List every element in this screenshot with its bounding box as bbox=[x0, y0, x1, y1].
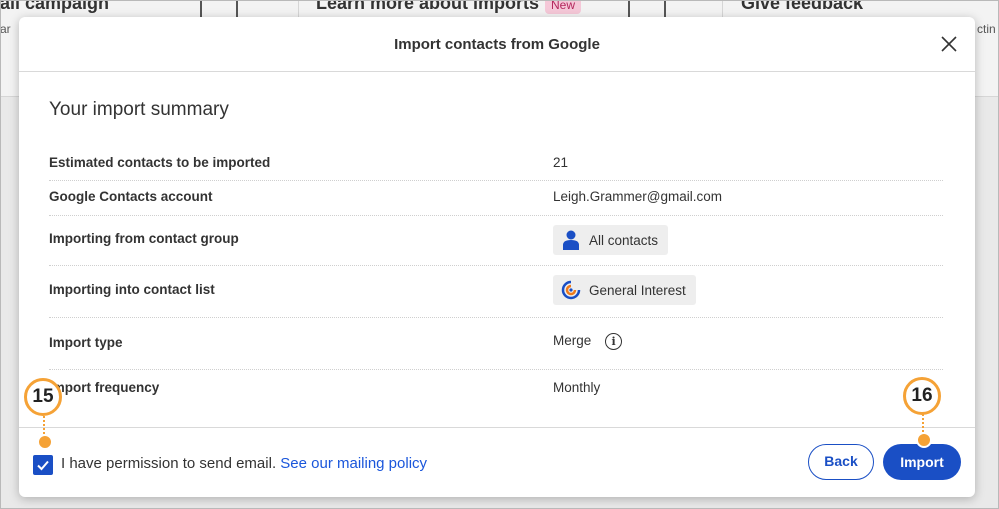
summary-row-estimated: Estimated contacts to be imported 21 bbox=[49, 139, 943, 181]
modal-title: Import contacts from Google bbox=[394, 36, 600, 53]
summary-row-import-type: Import type Merge i bbox=[49, 318, 943, 370]
summary-row-account: Google Contacts account Leigh.Grammer@gm… bbox=[49, 181, 943, 216]
modal-footer: I have permission to send email. See our… bbox=[19, 427, 975, 497]
callout-step-16: 16 bbox=[903, 377, 941, 415]
row-label: Estimated contacts to be imported bbox=[49, 155, 271, 170]
callout-step-15: 15 bbox=[24, 378, 62, 416]
row-label: Google Contacts account bbox=[49, 189, 213, 204]
summary-row-frequency: Import frequency Monthly bbox=[49, 370, 943, 410]
bg-learn-text: Learn more about imports bbox=[316, 0, 540, 13]
bg-campaign-sub: ar bbox=[0, 22, 11, 36]
row-label: Importing from contact group bbox=[49, 231, 239, 246]
person-icon bbox=[561, 230, 581, 250]
row-label: Import frequency bbox=[49, 380, 160, 395]
row-value: Leigh.Grammer@gmail.com bbox=[553, 189, 723, 204]
row-value: 21 bbox=[553, 155, 569, 170]
chip-label: General Interest bbox=[589, 282, 686, 298]
import-button[interactable]: Import bbox=[883, 444, 961, 480]
bg-new-badge: New bbox=[545, 0, 582, 14]
summary-row-contact-group: Importing from contact group All contact… bbox=[49, 216, 943, 266]
section-title: Your import summary bbox=[49, 99, 229, 120]
contact-group-chip: All contacts bbox=[553, 225, 669, 255]
bg-campaign-text: ail campaign bbox=[0, 0, 110, 13]
permission-text: I have permission to send email. See our… bbox=[61, 455, 427, 472]
close-icon bbox=[941, 36, 957, 52]
import-summary: Estimated contacts to be imported 21 Goo… bbox=[49, 139, 943, 410]
callout-dot bbox=[916, 432, 932, 448]
close-button[interactable] bbox=[939, 34, 959, 54]
list-logo-icon bbox=[561, 280, 581, 300]
info-icon[interactable]: i bbox=[605, 333, 623, 350]
modal-header: Import contacts from Google bbox=[19, 17, 975, 72]
bg-feedback-text: Give feedback bbox=[741, 0, 864, 13]
import-modal: Import contacts from Google Your import … bbox=[19, 17, 975, 497]
row-label: Import type bbox=[49, 335, 123, 350]
callout-dot bbox=[37, 434, 53, 450]
summary-row-contact-list: Importing into contact list General Inte… bbox=[49, 266, 943, 318]
chip-label: All contacts bbox=[589, 232, 659, 248]
back-button[interactable]: Back bbox=[808, 444, 874, 480]
contact-list-chip: General Interest bbox=[553, 275, 696, 305]
bg-feedback-sub: ctin bbox=[977, 22, 996, 36]
row-label: Importing into contact list bbox=[49, 282, 215, 297]
permission-label: I have permission to send email. bbox=[61, 455, 277, 472]
mailing-policy-link[interactable]: See our mailing policy bbox=[280, 455, 427, 472]
import-type-value: Merge bbox=[553, 333, 592, 349]
permission-checkbox[interactable] bbox=[33, 455, 53, 475]
row-value: Monthly bbox=[553, 380, 601, 395]
row-value-with-info: Merge i bbox=[553, 333, 623, 350]
checkmark-icon bbox=[37, 460, 49, 471]
